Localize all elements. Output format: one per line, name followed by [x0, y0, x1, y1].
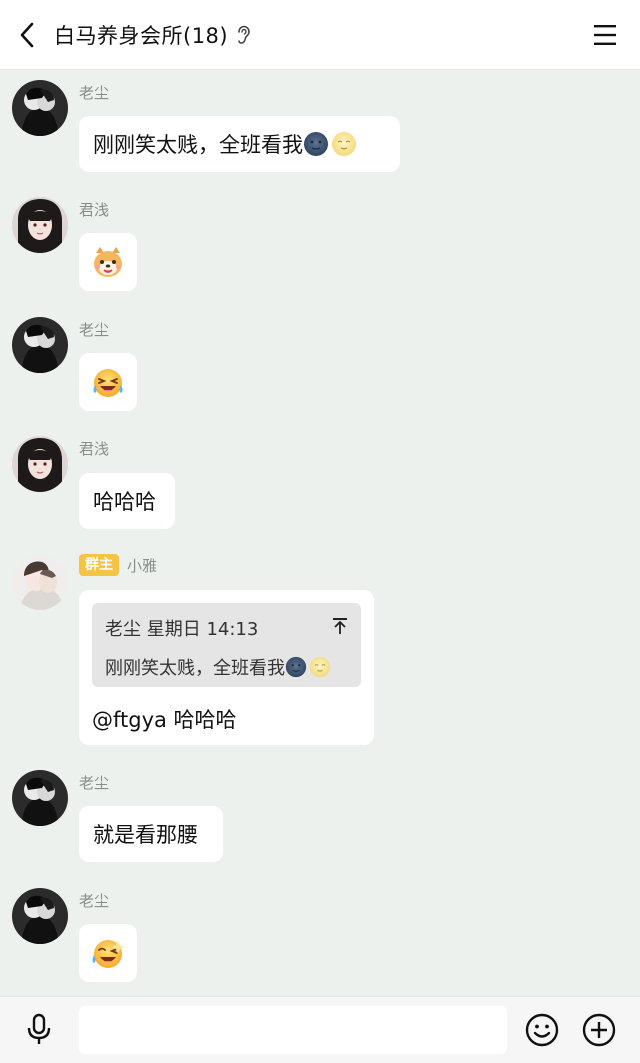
plus-circle-icon[interactable]: [582, 1013, 616, 1047]
sticker-bubble[interactable]: [79, 353, 137, 411]
message-text: @ftgya 哈哈哈: [92, 708, 237, 732]
message-bubble[interactable]: 就是看那腰: [79, 806, 223, 862]
quote-text: 刚刚笑太贱，全班看我: [105, 658, 285, 679]
smiley-icon[interactable]: [525, 1013, 559, 1047]
laughing-wink-sticker-icon: [92, 940, 125, 968]
back-button[interactable]: [0, 0, 54, 70]
chat-title: 白马养身会所(18): [54, 23, 229, 48]
quote-time: 星期日 14:13: [146, 619, 259, 640]
sticker-bubble[interactable]: [79, 924, 137, 982]
cartoon-dog-sticker-icon: [94, 247, 122, 277]
sender-name: 君浅: [79, 440, 110, 458]
sender-info: 群主 小雅: [79, 554, 157, 576]
microphone-icon[interactable]: [22, 1012, 56, 1046]
full-moon-face-icon: [332, 132, 356, 156]
sender-name: 老尘: [79, 321, 110, 339]
avatar[interactable]: [12, 770, 68, 826]
chevron-left-icon: [20, 22, 34, 47]
input-bar: [0, 996, 640, 1063]
avatar[interactable]: [12, 436, 68, 492]
jump-to-top-icon[interactable]: [332, 617, 348, 635]
quote-body: 刚刚笑太贱，全班看我: [105, 654, 348, 680]
full-moon-face-icon: [309, 656, 331, 678]
message-input[interactable]: [79, 1006, 507, 1054]
quoted-message[interactable]: 老尘 星期日 14:13 刚刚笑太贱，全班看我: [92, 603, 361, 687]
quote-meta-text: 老尘 星期日 14:13: [105, 615, 258, 641]
laughing-tears-sticker-icon: [93, 369, 123, 397]
new-moon-face-icon: [285, 656, 307, 678]
quote-author: 老尘: [105, 619, 141, 640]
sender-name: 君浅: [79, 201, 110, 219]
sender-name: 老尘: [79, 84, 110, 102]
sender-name: 小雅: [127, 556, 158, 575]
group-owner-badge: 群主: [79, 554, 119, 576]
ear-icon[interactable]: [236, 25, 250, 45]
message-text: 哈哈哈: [93, 490, 156, 514]
sender-name: 老尘: [79, 774, 110, 792]
avatar[interactable]: [12, 197, 68, 253]
avatar[interactable]: [12, 80, 68, 136]
message-text: 刚刚笑太贱，全班看我: [93, 133, 303, 157]
sticker-bubble[interactable]: [79, 233, 137, 291]
message-list[interactable]: 老尘 刚刚笑太贱，全班看我 君浅 老尘 君浅 哈哈哈 群主 小雅 老尘 星期日 …: [0, 70, 640, 996]
message-bubble[interactable]: 刚刚笑太贱，全班看我: [79, 116, 400, 172]
hamburger-menu-icon[interactable]: [592, 22, 618, 48]
quote-header: 老尘 星期日 14:13: [105, 615, 348, 641]
message-text: 就是看那腰: [93, 823, 198, 847]
avatar[interactable]: [12, 317, 68, 373]
sender-name: 老尘: [79, 892, 110, 910]
reply-bubble[interactable]: 老尘 星期日 14:13 刚刚笑太贱，全班看我 @ftgya 哈哈哈: [79, 590, 374, 745]
message-bubble[interactable]: 哈哈哈: [79, 473, 175, 529]
avatar[interactable]: [12, 888, 68, 944]
avatar[interactable]: [12, 554, 68, 610]
new-moon-face-icon: [304, 132, 328, 156]
chat-header: 白马养身会所(18): [0, 0, 640, 70]
